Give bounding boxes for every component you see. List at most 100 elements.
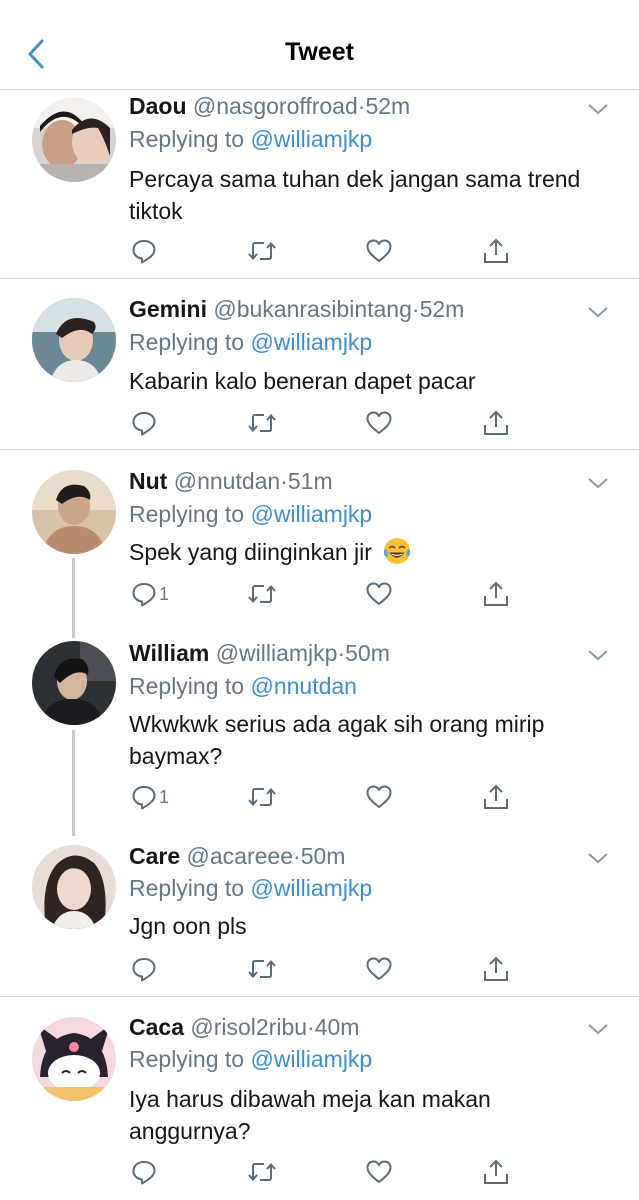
replying-to-label: Replying to — [129, 673, 251, 699]
share-icon — [484, 956, 508, 981]
tweet-item[interactable]: Gemini @bukanrasibintang·52m Replying to… — [0, 280, 639, 450]
like-button[interactable] — [365, 1155, 393, 1189]
retweet-button[interactable] — [247, 406, 277, 440]
like-icon — [366, 1160, 392, 1183]
like-icon — [366, 411, 392, 434]
author-name[interactable]: William — [129, 640, 209, 666]
replying-to: Replying to @williamjkp — [129, 874, 372, 902]
reply-button[interactable] — [131, 406, 159, 440]
reply-icon — [132, 1161, 156, 1185]
chevron-down-icon[interactable] — [587, 1022, 609, 1036]
chevron-down-icon[interactable] — [587, 476, 609, 490]
retweet-icon — [248, 241, 276, 261]
share-button[interactable] — [482, 234, 510, 268]
reply-button[interactable] — [131, 234, 159, 268]
tweet-text: Iya harus dibawah meja kan makan anggurn… — [129, 1086, 491, 1144]
dot-separator: · — [337, 640, 346, 666]
tweet-item[interactable]: Caca @risol2ribu·40m Replying to @willia… — [0, 998, 639, 1200]
replying-to-label: Replying to — [129, 329, 251, 355]
chevron-down-icon[interactable] — [587, 648, 609, 662]
reply-count: 1 — [159, 583, 170, 604]
author-handle[interactable]: @nnutdan — [174, 468, 281, 494]
author-name[interactable]: Caca — [129, 1014, 184, 1040]
share-button[interactable] — [482, 406, 510, 440]
tweet-text: Jgn oon pls — [129, 913, 247, 939]
timestamp: 40m — [314, 1014, 360, 1040]
share-button[interactable] — [482, 577, 510, 611]
share-icon — [484, 1159, 508, 1184]
reply-button[interactable]: 1 — [131, 577, 169, 611]
share-button[interactable] — [482, 952, 510, 986]
top-bar: Tweet — [0, 0, 639, 90]
tweet-actions — [129, 406, 529, 440]
replying-to-label: Replying to — [129, 1046, 251, 1072]
replying-to: Replying to @nnutdan — [129, 672, 357, 700]
mention-link[interactable]: @nnutdan — [250, 673, 357, 699]
retweet-icon — [248, 584, 276, 604]
author-name[interactable]: Care — [129, 843, 180, 869]
mention-link[interactable]: @williamjkp — [250, 126, 372, 152]
replying-to: Replying to @williamjkp — [129, 125, 372, 153]
chevron-down-icon[interactable] — [587, 305, 609, 319]
tweet-item[interactable]: Daou @nasgoroffroad·52m Replying to @wil… — [0, 90, 639, 279]
reply-button[interactable] — [131, 952, 159, 986]
reply-button[interactable] — [131, 1155, 159, 1189]
tweet-header: Nut @nnutdan·51m — [129, 467, 579, 495]
avatar[interactable] — [32, 845, 116, 929]
author-handle[interactable]: @risol2ribu — [190, 1014, 307, 1040]
mention-link[interactable]: @williamjkp — [250, 1046, 372, 1072]
author-handle[interactable]: @nasgoroffroad — [193, 93, 358, 119]
author-handle[interactable]: @acareee — [187, 843, 293, 869]
chevron-down-icon[interactable] — [587, 851, 609, 865]
replying-to-label: Replying to — [129, 875, 251, 901]
like-button[interactable] — [365, 406, 393, 440]
retweet-button[interactable] — [247, 1155, 277, 1189]
replying-to: Replying to @williamjkp — [129, 1045, 372, 1073]
like-button[interactable] — [365, 577, 393, 611]
like-button[interactable] — [365, 952, 393, 986]
like-button[interactable] — [365, 234, 393, 268]
share-button[interactable] — [482, 1155, 510, 1189]
mention-link[interactable]: @williamjkp — [250, 875, 372, 901]
tweet-item[interactable]: Care @acareee·50m Replying to @williamjk… — [0, 826, 639, 997]
timestamp: 50m — [345, 640, 390, 666]
replying-to: Replying to @williamjkp — [129, 500, 372, 528]
author-handle[interactable]: @bukanrasibintang — [213, 296, 412, 322]
avatar[interactable] — [32, 470, 116, 554]
like-icon — [366, 957, 392, 980]
tweet-header: Caca @risol2ribu·40m — [129, 1013, 579, 1041]
avatar[interactable] — [32, 98, 116, 182]
reply-button[interactable]: 1 — [131, 780, 169, 814]
retweet-button[interactable] — [247, 234, 277, 268]
chevron-down-icon[interactable] — [587, 102, 609, 116]
author-name[interactable]: Daou — [129, 93, 187, 119]
tweet-text: Spek yang diinginkan jir — [129, 536, 599, 568]
avatar[interactable] — [32, 641, 116, 725]
tweet-header: Daou @nasgoroffroad·52m — [129, 92, 579, 120]
retweet-button[interactable] — [247, 780, 277, 814]
share-button[interactable] — [482, 780, 510, 814]
mention-link[interactable]: @williamjkp — [250, 329, 372, 355]
retweet-icon — [248, 413, 276, 433]
page-title: Tweet — [285, 38, 354, 66]
share-icon — [484, 238, 508, 263]
tweet-item[interactable]: William @williamjkp·50m Replying to @nnu… — [0, 623, 639, 826]
mention-link[interactable]: @williamjkp — [250, 501, 372, 527]
like-button[interactable] — [365, 780, 393, 814]
tweet-item[interactable]: Nut @nnutdan·51m Replying to @williamjkp… — [0, 451, 639, 623]
avatar[interactable] — [32, 298, 116, 382]
author-name[interactable]: Gemini — [129, 296, 207, 322]
author-name[interactable]: Nut — [129, 468, 167, 494]
replying-to-label: Replying to — [129, 126, 251, 152]
avatar[interactable] — [32, 1017, 116, 1101]
reply-icon — [132, 958, 156, 982]
like-icon — [366, 785, 392, 808]
replying-to: Replying to @williamjkp — [129, 328, 372, 356]
like-icon — [366, 239, 392, 262]
retweet-button[interactable] — [247, 577, 277, 611]
tweet-text-body: Spek yang diinginkan jir — [129, 539, 372, 565]
tweet-header: Care @acareee·50m — [129, 842, 579, 870]
retweet-button[interactable] — [247, 952, 277, 986]
timestamp: 52m — [365, 93, 411, 119]
author-handle[interactable]: @williamjkp — [216, 640, 338, 666]
